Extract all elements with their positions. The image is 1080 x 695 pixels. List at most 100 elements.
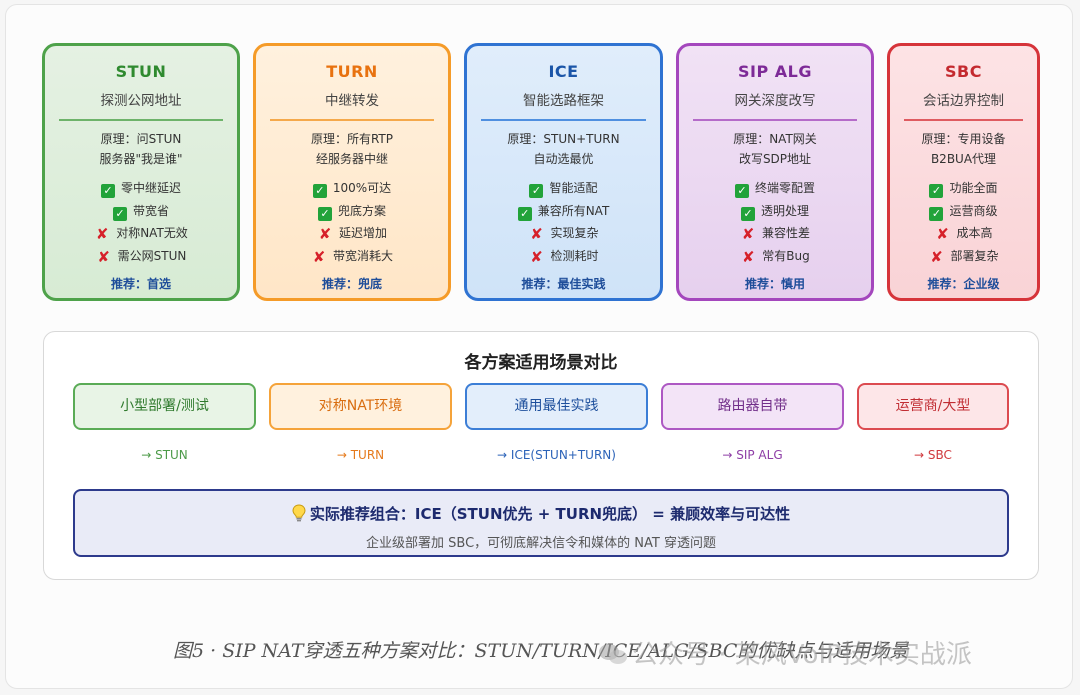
principle-line: 原理：专用设备 [921,132,1006,146]
scenario-arrow-turn: → TURN [336,448,385,462]
principle-line: 改写SDP地址 [738,152,812,166]
con-item: ✘ 部署复杂 [930,247,999,266]
card-subtitle: 中继转发 [325,93,379,109]
con-item: ✘ 延迟增加 [318,225,387,243]
con-item: ✘ 对称NAT无效 [95,225,188,243]
scenario-best-practice: 通用最佳实践 [465,383,648,430]
card-title: TURN [326,62,378,81]
pro-item: ✓ 功能全面 [890,177,1037,200]
scenario-title: 各方案适用场景对比 [464,353,618,373]
card-sbc: SBC 会话边界控制 原理：专用设备 B2BUA代理 ✓ 功能全面 ✓ 运营商级 ✘… [887,43,1040,301]
pro-item: ✓ 带宽省 [45,200,237,223]
card-subtitle: 网关深度改写 [734,93,816,109]
check-box-icon: ✓ [734,184,749,198]
con-item: ✘ 需公网STUN [97,247,187,266]
check-box-icon: ✓ [517,206,532,221]
card-title: ICE [548,62,579,81]
lightbulb-icon [292,504,306,526]
check-box-icon: ✓ [529,184,544,198]
card-divider [481,119,646,121]
pro-item: ✓ 兜底方案 [256,200,448,223]
cross-icon: ✘ [741,247,755,266]
cross-icon: ✘ [312,247,326,266]
principle-line: 服务器"我是谁" [99,152,183,166]
cross-icon: ✘ [530,247,543,266]
principle-line: 原理：STUN+TURN [507,132,620,146]
card-pros-cons: ✓ 100%可达 ✓ 兜底方案 ✘ 延迟增加 ✘ 带宽消耗大 [256,177,448,267]
card-stun: STUN 探测公网地址 原理：问STUN 服务器"我是谁" ✓ 零中继延迟 ✓ 带宽… [42,43,240,301]
summary-main-text: 实际推荐组合：ICE（STUN优先 + TURN兜底） = 兼顾效率与可达性 [309,505,791,523]
card-principle: 原理：问STUN 服务器"我是谁" [45,129,237,169]
check-box-icon: ✓ [740,206,755,221]
con-item: ✘ 成本高 [936,225,993,243]
cross-icon: ✘ [318,225,332,243]
cross-icon: ✘ [97,247,110,266]
card-title: SBC [945,62,982,81]
scenario-arrow-sip-alg: → SIP ALG [722,448,783,462]
scenario-arrow-stun: → STUN [141,448,188,462]
card-subtitle: 探测公网地址 [100,93,182,109]
card-title: STUN [115,62,167,81]
check-box-icon: ✓ [100,184,115,198]
pro-item: ✓ 100%可达 [256,177,448,200]
scenario-arrow-ice: → ICE(STUN+TURN) [497,448,616,462]
principle-line: 自动选最优 [533,152,594,166]
check-box-icon: ✓ [929,206,944,221]
card-pros-cons: ✓ 功能全面 ✓ 运营商级 ✘ 成本高 ✘ 部署复杂 [890,177,1037,267]
card-recommendation: 推荐：慎用 [744,277,805,291]
card-divider [270,119,434,121]
card-principle: 原理：NAT网关 改写SDP地址 [679,129,871,169]
pro-item: ✓ 零中继延迟 [45,177,237,200]
card-pros-cons: ✓ 智能适配 ✓ 兼容所有NAT ✘ 实现复杂 ✘ 检测耗时 [467,177,660,267]
principle-line: 原理：所有RTP [310,132,394,146]
cross-icon: ✘ [95,225,109,243]
con-item: ✘ 带宽消耗大 [312,247,393,266]
watermark-text: 公众号 · 某风VoIP技术实战派 [632,640,972,670]
con-item: ✘ 实现复杂 [530,225,599,243]
summary-headline: 实际推荐组合：ICE（STUN优先 + TURN兜底） = 兼顾效率与可达性 [75,503,1007,526]
card-subtitle: 智能选路框架 [523,93,604,109]
card-principle: 原理：STUN+TURN 自动选最优 [467,129,660,169]
scenario-carrier: 运营商/大型 [857,383,1009,430]
con-item: ✘ 检测耗时 [530,247,599,266]
cross-icon: ✘ [530,225,543,243]
card-sip-alg: SIP ALG 网关深度改写 原理：NAT网关 改写SDP地址 ✓ 终端零配置 ✓… [676,43,874,301]
card-divider [59,119,223,121]
cross-icon: ✘ [741,225,755,243]
con-item: ✘ 兼容性差 [741,225,810,243]
card-pros-cons: ✓ 终端零配置 ✓ 透明处理 ✘ 兼容性差 ✘ 常有Bug [679,177,871,267]
scenario-small-deploy: 小型部署/测试 [73,383,256,430]
card-ice: ICE 智能选路框架 原理：STUN+TURN 自动选最优 ✓ 智能适配 ✓ 兼容所… [464,43,663,301]
principle-line: B2BUA代理 [930,152,997,166]
scenario-panel: 各方案适用场景对比 小型部署/测试 对称NAT环境 通用最佳实践 路由器自带 运… [43,331,1039,580]
pro-item: ✓ 兼容所有NAT [467,200,660,223]
check-box-icon: ✓ [112,206,127,221]
check-box-icon: ✓ [312,184,327,198]
card-pros-cons: ✓ 零中继延迟 ✓ 带宽省 ✘ 对称NAT无效 ✘ 需公网STUN [45,177,237,267]
con-item: ✘ 常有Bug [741,247,810,266]
summary-subtext: 企业级部署加 SBC，可彻底解决信令和媒体的 NAT 穿透问题 [366,536,716,551]
card-recommendation: 推荐：企业级 [927,277,1000,291]
wechat-logo-icon [598,642,628,666]
principle-line: 原理：问STUN [100,132,182,146]
scenario-symmetric-nat: 对称NAT环境 [269,383,452,430]
pro-item: ✓ 透明处理 [679,200,871,223]
pro-item: ✓ 终端零配置 [679,177,871,200]
card-principle: 原理：所有RTP 经服务器中继 [256,129,448,169]
check-box-icon: ✓ [317,206,332,221]
scenario-arrow-sbc: → SBC [914,448,952,462]
card-recommendation: 推荐：最佳实践 [521,277,606,291]
pro-item: ✓ 智能适配 [467,177,660,200]
card-title: SIP ALG [738,62,812,81]
principle-line: 原理：NAT网关 [733,132,817,146]
scenario-router-builtin: 路由器自带 [661,383,844,430]
cross-icon: ✘ [930,247,943,266]
card-recommendation: 推荐：兜底 [321,277,382,291]
card-divider [693,119,857,121]
check-box-icon: ✓ [929,184,944,198]
card-principle: 原理：专用设备 B2BUA代理 [890,129,1037,169]
recommendation-summary: 实际推荐组合：ICE（STUN优先 + TURN兜底） = 兼顾效率与可达性 企… [73,489,1009,557]
card-recommendation: 推荐：首选 [110,277,171,291]
card-divider [904,119,1023,121]
cross-icon: ✘ [936,225,949,243]
